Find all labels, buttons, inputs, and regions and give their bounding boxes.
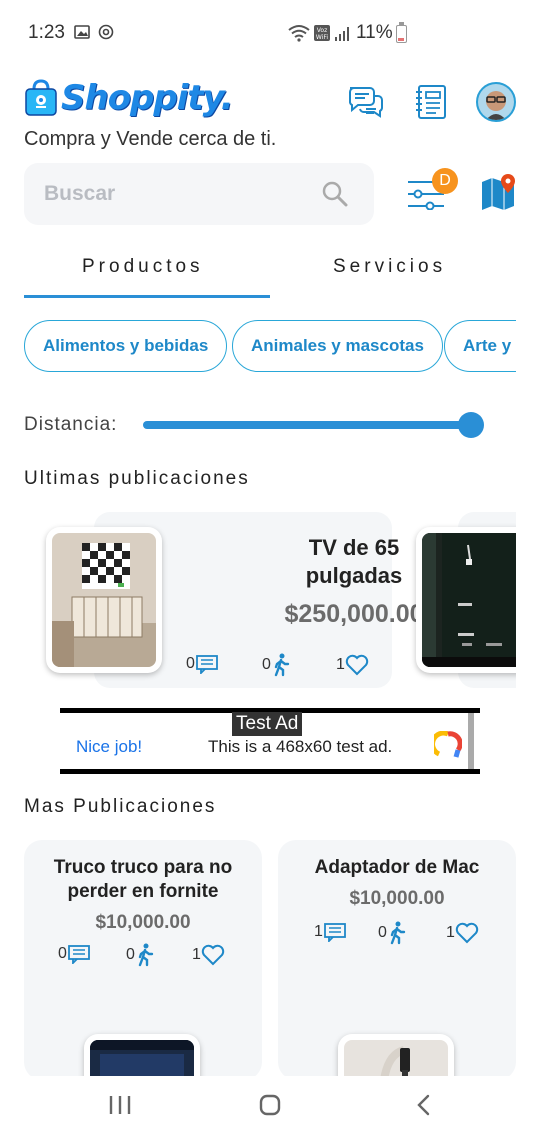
product-thumbnail[interactable] <box>46 527 162 673</box>
ad-logo-icon <box>434 731 462 758</box>
walking-person-icon <box>390 921 406 945</box>
filter-badge: D <box>432 168 458 194</box>
shopping-bag-icon <box>25 79 57 116</box>
tagline: Compra y Vende cerca de ti. <box>24 128 277 150</box>
distance-slider-thumb[interactable] <box>458 412 484 438</box>
heart-icon[interactable] <box>201 944 225 966</box>
chat-bubbles-icon[interactable] <box>346 82 386 122</box>
product-title: Truco truco para no perder en fornite <box>53 857 233 902</box>
category-chip[interactable]: Alimentos y bebidas <box>24 320 228 372</box>
visit-count: 0 <box>126 943 155 967</box>
app-logo: Shoppity. <box>24 78 234 118</box>
category-chip[interactable]: Arte y a <box>444 320 516 372</box>
notebook-icon[interactable] <box>412 82 452 122</box>
visit-count: 0 <box>262 653 291 677</box>
search-bar[interactable]: Buscar <box>24 163 374 225</box>
ad-body[interactable]: This is a 468x60 test ad. <box>208 737 392 757</box>
comment-icon <box>324 923 346 942</box>
comment-count: 0 <box>58 944 91 964</box>
product-price: $10,000.00 <box>349 888 445 909</box>
wifi-icon <box>288 25 310 42</box>
section-title-more: Mas Publicaciones <box>24 796 217 817</box>
search-icon[interactable] <box>322 181 348 207</box>
battery-percent: 11% <box>356 22 393 43</box>
like-count[interactable]: 1 <box>192 944 225 966</box>
home-icon[interactable] <box>258 1094 282 1116</box>
comment-icon <box>68 945 90 964</box>
active-tab-indicator <box>24 295 270 298</box>
product-card[interactable]: Adaptador de Mac $10,000.00 1 0 1 <box>278 840 516 1080</box>
latest-carousel: TV de 65 pulgadas $250,000.00 0 0 1 <box>24 510 516 690</box>
distance-label: Distancia: <box>24 414 118 435</box>
volte-icon: VozWiFi <box>314 25 330 41</box>
comment-count: 0 <box>186 654 219 674</box>
like-count[interactable]: 1 <box>446 922 479 944</box>
gallery-icon <box>74 25 90 39</box>
visit-count: 0 <box>378 921 407 945</box>
heart-icon[interactable] <box>455 922 479 944</box>
category-chips: Alimentos y bebidas Animales y mascotas … <box>24 320 516 374</box>
system-nav-bar <box>0 1076 540 1140</box>
product-card[interactable]: Truco truco para no perder en fornite $1… <box>24 840 262 1080</box>
heart-icon[interactable] <box>345 654 369 676</box>
ad-headline[interactable]: Nice job! <box>76 737 142 757</box>
svg-text:Voz: Voz <box>317 27 327 34</box>
product-price: $10,000.00 <box>95 912 191 933</box>
walking-person-icon <box>274 653 290 677</box>
product-thumbnail[interactable] <box>84 1034 200 1080</box>
category-chip[interactable]: Animales y mascotas <box>232 320 443 372</box>
app-name: Shoppity. <box>61 78 234 118</box>
like-count[interactable]: 1 <box>336 654 369 676</box>
recent-apps-icon[interactable] <box>108 1094 132 1116</box>
section-title-latest: Ultimas publicaciones <box>24 468 250 489</box>
signal-icon <box>335 27 349 41</box>
search-input[interactable]: Buscar <box>44 182 115 206</box>
svg-text:WiFi: WiFi <box>316 34 328 41</box>
battery-icon <box>396 22 407 43</box>
product-thumbnail[interactable] <box>338 1034 454 1080</box>
product-title: Adaptador de Mac <box>314 857 480 878</box>
avatar[interactable] <box>476 82 516 122</box>
status-time: 1:23 <box>28 22 65 43</box>
status-bar: 1:23 Voz WiFi 11% <box>0 0 540 64</box>
walking-person-icon <box>138 943 154 967</box>
product-thumbnail[interactable] <box>416 527 516 673</box>
product-image <box>90 1040 194 1080</box>
distance-slider-track[interactable] <box>143 421 471 429</box>
product-image <box>52 533 156 667</box>
tab-productos[interactable]: Productos <box>82 256 204 278</box>
back-icon[interactable] <box>412 1094 436 1116</box>
user-photo <box>478 84 514 120</box>
comment-count: 1 <box>314 922 347 942</box>
product-image <box>422 533 516 667</box>
sync-icon <box>98 24 114 40</box>
comment-icon <box>196 655 218 674</box>
product-image <box>344 1040 448 1080</box>
ad-label: Test Ad <box>232 712 303 736</box>
map-pin-icon[interactable] <box>480 172 518 212</box>
tab-servicios[interactable]: Servicios <box>333 256 446 278</box>
